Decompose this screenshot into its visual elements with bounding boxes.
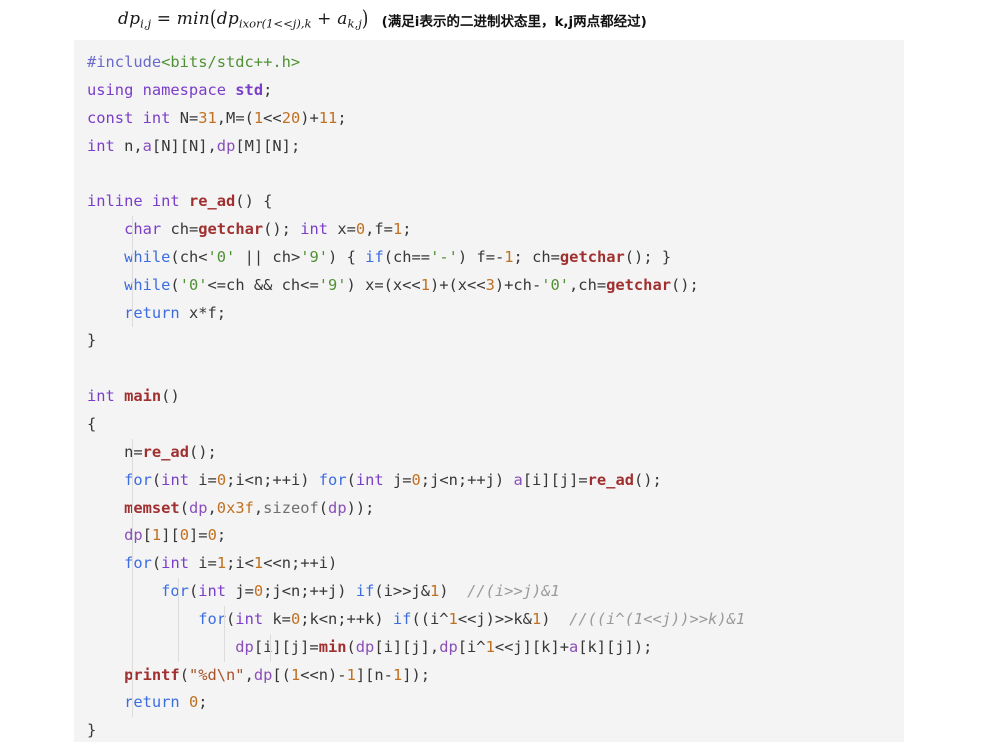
code-line: dp[1][0]=0; — [87, 522, 904, 551]
code-line: #include<bits/stdc++.h> — [87, 53, 301, 71]
code-block: #include<bits/stdc++.h> using namespace s… — [74, 40, 904, 742]
code-line: int n,a[N][N],dp[M][N]; — [87, 136, 301, 155]
code-line: n=re_ad(); — [87, 438, 904, 467]
code-line: for(int j=0;j<n;++j) if(i>>j&1) //(i>>j)… — [87, 578, 904, 606]
code-line: for(int i=1;i<1<<n;++i) — [87, 550, 904, 579]
code-line: while('0'<=ch && ch<='9') x=(x<<1)+(x<<3… — [87, 271, 904, 300]
code-line: for(int k=0;k<n;++k) if((i^1<<j)>>k&1) /… — [87, 605, 904, 634]
code-line: return 0; — [87, 689, 904, 718]
code-line: while(ch<'0' || ch>'9') { if(ch=='-') f=… — [87, 243, 904, 272]
code-line: dp[i][j]=min(dp[i][j],dp[i^1<<j][k]+a[k]… — [87, 633, 904, 662]
code-line: for(int i=0;i<n;++i) for(int j=0;j<n;++j… — [87, 466, 904, 495]
code-line: } — [87, 331, 97, 350]
code-line: inline int re_ad() { — [87, 192, 273, 211]
code-line: } — [87, 721, 97, 740]
formula-line: dpi,j = min(dpixor(1<<j),k + ak,j) (满足i表… — [0, 0, 984, 40]
code-content: #include<bits/stdc++.h> using namespace s… — [74, 49, 904, 742]
code-line: memset(dp,0x3f,sizeof(dp)); — [87, 494, 904, 523]
dp-recurrence-formula: dpi,j = min(dpixor(1<<j),k + ak,j) — [118, 6, 369, 32]
code-line: char ch=getchar(); int x=0,f=1; — [87, 216, 904, 244]
code-line: const int N=31,M=(1<<20)+11; — [87, 108, 347, 127]
formula-note-chinese: (满足i表示的二进制状态里，k,j两点都经过) — [381, 14, 647, 30]
code-line: printf("%d\n",dp[(1<<n)-1][n-1]); — [87, 661, 904, 690]
code-line: using namespace std; — [87, 80, 273, 99]
code-line: { — [87, 414, 97, 433]
code-line: return x*f; — [87, 299, 904, 328]
code-line: int main() — [87, 387, 180, 406]
